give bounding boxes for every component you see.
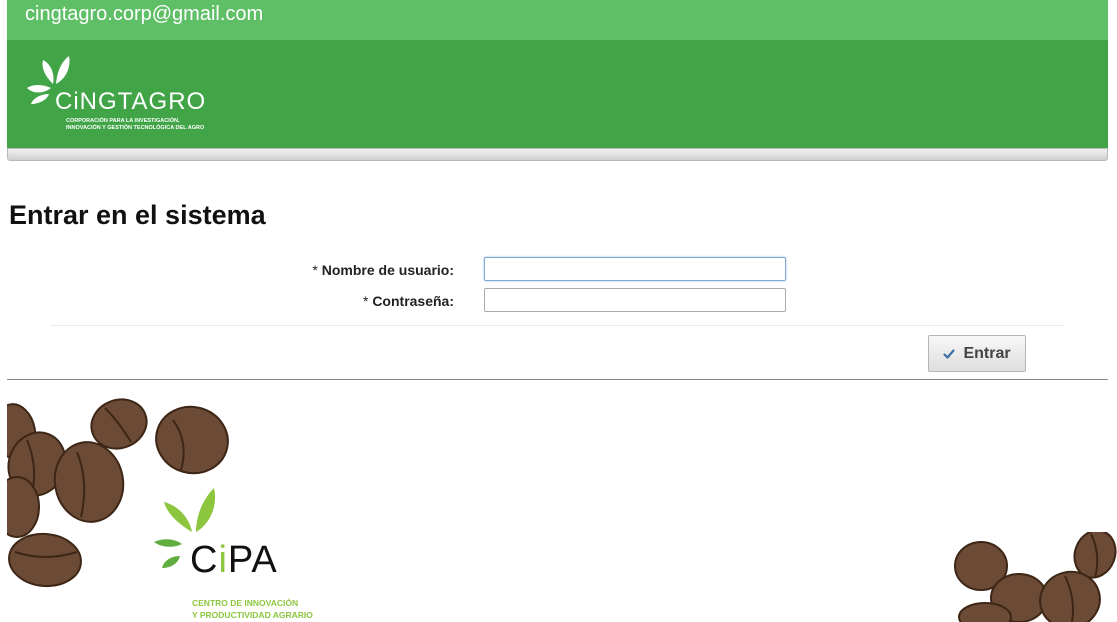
header-banner: CiNGTAGRO CORPORACIÓN PARA LA INVESTIGAC… (7, 40, 1108, 148)
username-label: * Nombre de usuario: (312, 262, 454, 278)
cipa-subtitle: CENTRO DE INNOVACIÓN Y PRODUCTIVIDAD AGR… (192, 598, 313, 620)
cipa-logo-text: CiPA (190, 539, 278, 581)
content-divider (7, 379, 1108, 380)
logo-tagline: CORPORACIÓN PARA LA INVESTIGACIÓN, INNOV… (66, 118, 205, 131)
coffee-beans-image (954, 532, 1117, 622)
required-mark: * (362, 293, 369, 309)
form-divider (50, 325, 1064, 326)
cingtagro-logo: CiNGTAGRO CORPORACIÓN PARA LA INVESTIGAC… (23, 54, 223, 138)
username-input[interactable] (484, 257, 786, 281)
logo-brand-text: CiNGTAGRO (55, 88, 207, 115)
check-icon (943, 348, 956, 359)
required-mark: * (312, 262, 318, 278)
top-bar: cingtagro.corp@gmail.com (7, 0, 1108, 40)
password-input[interactable] (484, 288, 786, 312)
password-label: * Contraseña: (362, 293, 454, 309)
login-button-label: Entrar (963, 344, 1011, 362)
login-button[interactable]: Entrar (928, 335, 1026, 372)
cipa-logo: CiPA CENTRO DE INNOVACIÓN Y PRODUCTIVIDA… (152, 486, 342, 622)
header-divider-bar (7, 148, 1108, 161)
page-title: Entrar en el sistema (9, 200, 266, 230)
contact-email: cingtagro.corp@gmail.com (25, 3, 264, 25)
